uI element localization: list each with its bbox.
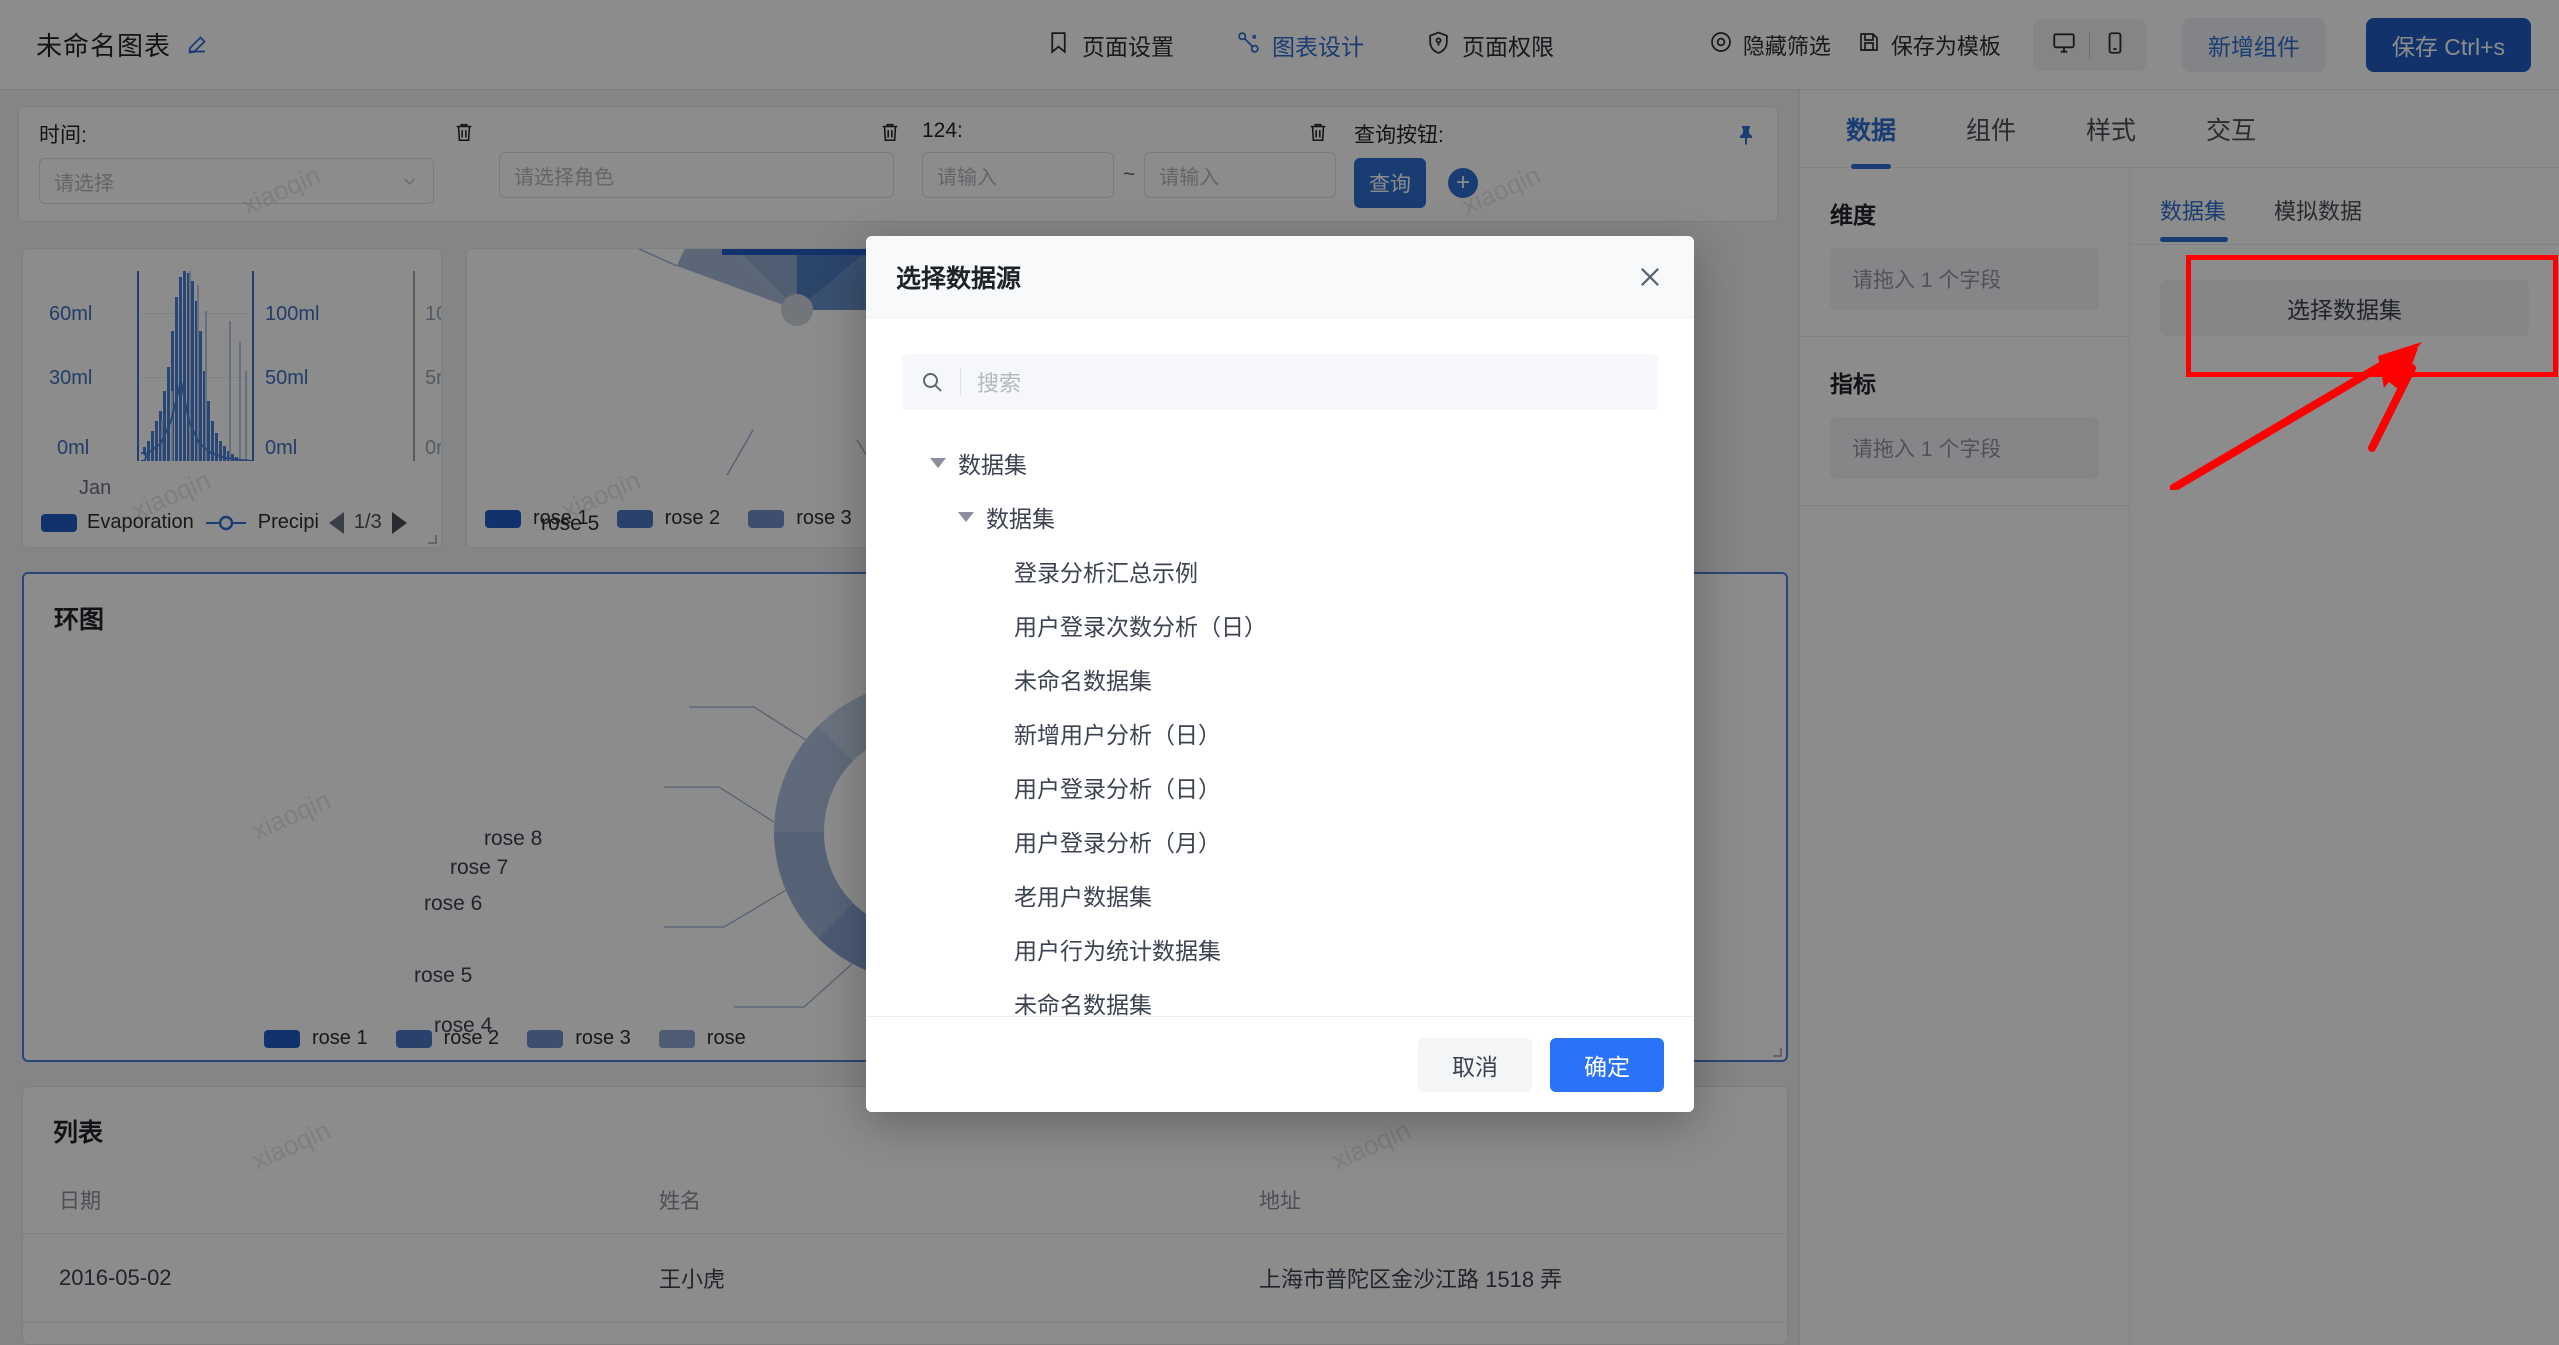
dialog-title: 选择数据源 — [896, 259, 1021, 295]
tree-leaf-unnamed-dataset-2[interactable]: 未命名数据集 — [902, 976, 1658, 1016]
tree-leaf-label: 未命名数据集 — [1014, 662, 1152, 696]
search-icon — [920, 370, 944, 394]
tree-leaf-user-login-daily[interactable]: 用户登录分析（日） — [902, 760, 1658, 814]
tree-leaf-label: 用户登录次数分析（日） — [1014, 608, 1267, 642]
tree-leaf-label: 用户登录分析（日） — [1014, 770, 1221, 804]
confirm-button[interactable]: 确定 — [1550, 1038, 1664, 1092]
search-divider — [960, 369, 961, 395]
tree-node-group-label: 数据集 — [986, 500, 1055, 534]
tree-leaf-unnamed-dataset-1[interactable]: 未命名数据集 — [902, 652, 1658, 706]
caret-down-icon[interactable] — [958, 512, 974, 522]
tree-leaf-user-login-monthly[interactable]: 用户登录分析（月） — [902, 814, 1658, 868]
dataset-search-field[interactable]: 搜索 — [902, 354, 1658, 410]
caret-down-icon[interactable] — [930, 458, 946, 468]
tree-leaf-user-behavior-stats[interactable]: 用户行为统计数据集 — [902, 922, 1658, 976]
tree-leaf-login-count-daily[interactable]: 用户登录次数分析（日） — [902, 598, 1658, 652]
close-icon[interactable] — [1636, 263, 1664, 291]
tree-leaf-old-user-dataset[interactable]: 老用户数据集 — [902, 868, 1658, 922]
tree-leaf-label: 未命名数据集 — [1014, 986, 1152, 1016]
tree-leaf-new-user-daily[interactable]: 新增用户分析（日） — [902, 706, 1658, 760]
tree-leaf-label: 用户行为统计数据集 — [1014, 932, 1221, 966]
tree-leaf-label: 用户登录分析（月） — [1014, 824, 1221, 858]
select-datasource-dialog: 选择数据源 搜索 数据集 数据集 — [866, 236, 1694, 1112]
tree-leaf-label: 登录分析汇总示例 — [1014, 554, 1198, 588]
dataset-tree: 数据集 数据集 登录分析汇总示例 用户登录次数分析（日） 未命名数据集 新增用户… — [902, 436, 1658, 1016]
tree-node-root[interactable]: 数据集 — [902, 436, 1658, 490]
dialog-header: 选择数据源 — [866, 236, 1694, 318]
tree-node-group[interactable]: 数据集 — [902, 490, 1658, 544]
tree-leaf-login-analysis-summary[interactable]: 登录分析汇总示例 — [902, 544, 1658, 598]
search-placeholder: 搜索 — [977, 366, 1021, 398]
dialog-footer: 取消 确定 — [866, 1016, 1694, 1112]
tree-leaf-label: 老用户数据集 — [1014, 878, 1152, 912]
tree-node-root-label: 数据集 — [958, 446, 1027, 480]
dialog-body: 搜索 数据集 数据集 登录分析汇总示例 用户登录次数分析（日） — [866, 318, 1694, 1016]
tree-leaf-label: 新增用户分析（日） — [1014, 716, 1221, 750]
cancel-button[interactable]: 取消 — [1418, 1038, 1532, 1092]
